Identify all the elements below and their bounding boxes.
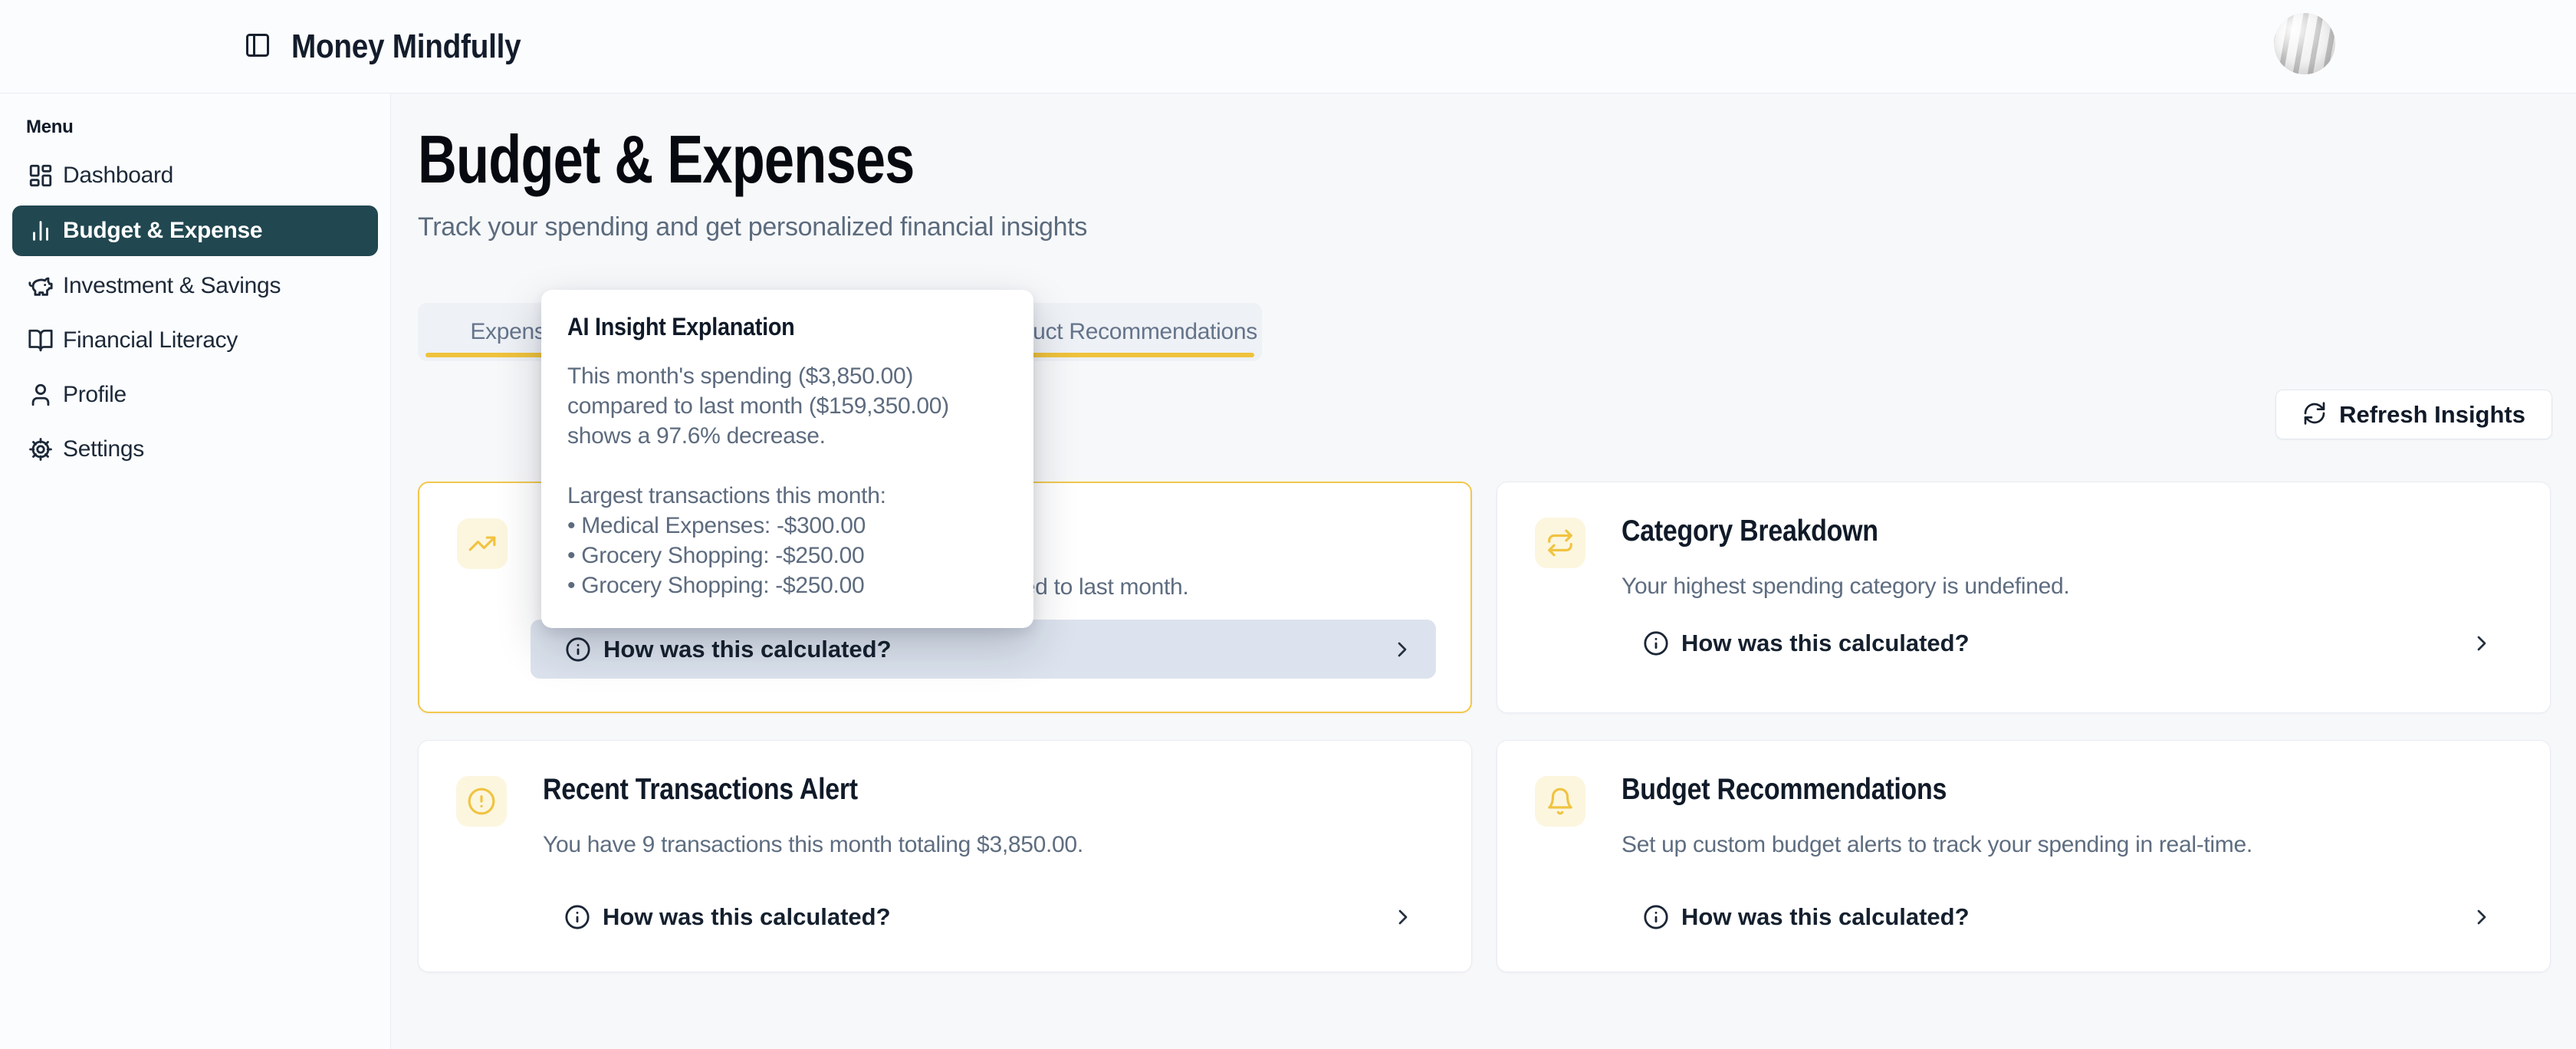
sidebar-item-label: Settings bbox=[63, 436, 144, 462]
bar-chart-icon bbox=[28, 218, 54, 244]
sidebar-item-investment-savings[interactable]: Investment & Savings bbox=[12, 261, 378, 311]
sidebar-item-dashboard[interactable]: Dashboard bbox=[12, 151, 378, 200]
info-icon bbox=[565, 636, 591, 663]
piggy-bank-icon bbox=[28, 273, 54, 299]
card-description: You have 9 transactions this month total… bbox=[543, 830, 1083, 860]
sidebar-item-label: Profile bbox=[63, 382, 127, 408]
chevron-right-icon bbox=[1390, 637, 1414, 662]
sidebar-item-label: Financial Literacy bbox=[63, 327, 238, 354]
how-calculated-button[interactable]: How was this calculated? bbox=[531, 620, 1436, 679]
insight-card-recent-transactions: Recent Transactions Alert You have 9 tra… bbox=[418, 740, 1472, 972]
refresh-icon bbox=[2302, 401, 2327, 428]
popover-list-intro: Largest transactions this month: bbox=[567, 481, 1006, 511]
sidebar-item-financial-literacy[interactable]: Financial Literacy bbox=[12, 316, 378, 365]
refresh-insights-label: Refresh Insights bbox=[2339, 401, 2525, 429]
sidebar-item-label: Budget & Expense bbox=[63, 218, 262, 244]
header: Money Mindfully bbox=[0, 0, 2576, 94]
card-description: Set up custom budget alerts to track you… bbox=[1622, 830, 2252, 860]
popover-list-item: • Medical Expenses: -$300.00 bbox=[567, 511, 1006, 541]
page-title: Budget & Expenses bbox=[418, 123, 915, 197]
app-title: Money Mindfully bbox=[291, 28, 521, 66]
chevron-right-icon bbox=[2469, 905, 2494, 929]
sidebar-item-label: Investment & Savings bbox=[63, 273, 281, 299]
sidebar-nav-list: Dashboard Budget & Expense Investment & … bbox=[0, 151, 390, 479]
popover-title: AI Insight Explanation bbox=[567, 313, 962, 341]
repeat-icon bbox=[1535, 518, 1585, 568]
popover-list-item: • Grocery Shopping: -$250.00 bbox=[567, 541, 1006, 571]
how-calculated-button[interactable]: How was this calculated? bbox=[530, 893, 1437, 942]
gear-icon bbox=[28, 436, 54, 462]
how-calculated-label: How was this calculated? bbox=[603, 636, 892, 663]
chevron-right-icon bbox=[2469, 631, 2494, 656]
popover-list-item: • Grocery Shopping: -$250.00 bbox=[567, 571, 1006, 600]
info-icon bbox=[1643, 630, 1669, 656]
book-open-icon bbox=[28, 327, 54, 354]
card-title: Category Breakdown bbox=[1622, 513, 1878, 550]
sidebar-menu-label: Menu bbox=[26, 117, 73, 138]
panel-left-icon bbox=[244, 31, 271, 61]
sidebar-item-settings[interactable]: Settings bbox=[12, 425, 378, 474]
chevron-right-icon bbox=[1391, 905, 1415, 929]
info-icon bbox=[564, 904, 590, 930]
user-icon bbox=[28, 382, 54, 408]
sidebar: Menu Dashboard Budget & Expense Investme… bbox=[0, 94, 391, 1049]
insight-card-category-breakdown: Category Breakdown Your highest spending… bbox=[1497, 482, 2551, 713]
sidebar-item-budget-expense[interactable]: Budget & Expense bbox=[12, 206, 378, 256]
sidebar-item-label: Dashboard bbox=[63, 163, 173, 189]
page-subtitle: Track your spending and get personalized… bbox=[418, 212, 1087, 242]
refresh-insights-button[interactable]: Refresh Insights bbox=[2275, 390, 2552, 439]
sidebar-item-profile[interactable]: Profile bbox=[12, 370, 378, 419]
dashboard-icon bbox=[28, 163, 54, 189]
sidebar-toggle-button[interactable] bbox=[244, 31, 271, 61]
alert-circle-icon bbox=[456, 776, 507, 827]
how-calculated-button[interactable]: How was this calculated? bbox=[1608, 619, 2515, 668]
how-calculated-label: How was this calculated? bbox=[603, 903, 891, 931]
how-calculated-button[interactable]: How was this calculated? bbox=[1608, 893, 2515, 942]
card-description: Your highest spending category is undefi… bbox=[1622, 571, 2069, 602]
card-title: Budget Recommendations bbox=[1622, 771, 1947, 808]
trending-up-icon bbox=[457, 518, 508, 569]
ai-insight-popover: AI Insight Explanation This month's spen… bbox=[541, 290, 1033, 628]
insight-card-budget-recommendations: Budget Recommendations Set up custom bud… bbox=[1497, 740, 2551, 972]
avatar[interactable] bbox=[2274, 13, 2335, 74]
how-calculated-label: How was this calculated? bbox=[1681, 630, 1970, 657]
bell-icon bbox=[1535, 776, 1585, 827]
how-calculated-label: How was this calculated? bbox=[1681, 903, 1970, 931]
info-icon bbox=[1643, 904, 1669, 930]
card-title: Recent Transactions Alert bbox=[543, 771, 858, 808]
popover-paragraph: This month's spending ($3,850.00) compar… bbox=[567, 361, 1006, 451]
main-content: Budget & Expenses Track your spending an… bbox=[391, 94, 2576, 1049]
